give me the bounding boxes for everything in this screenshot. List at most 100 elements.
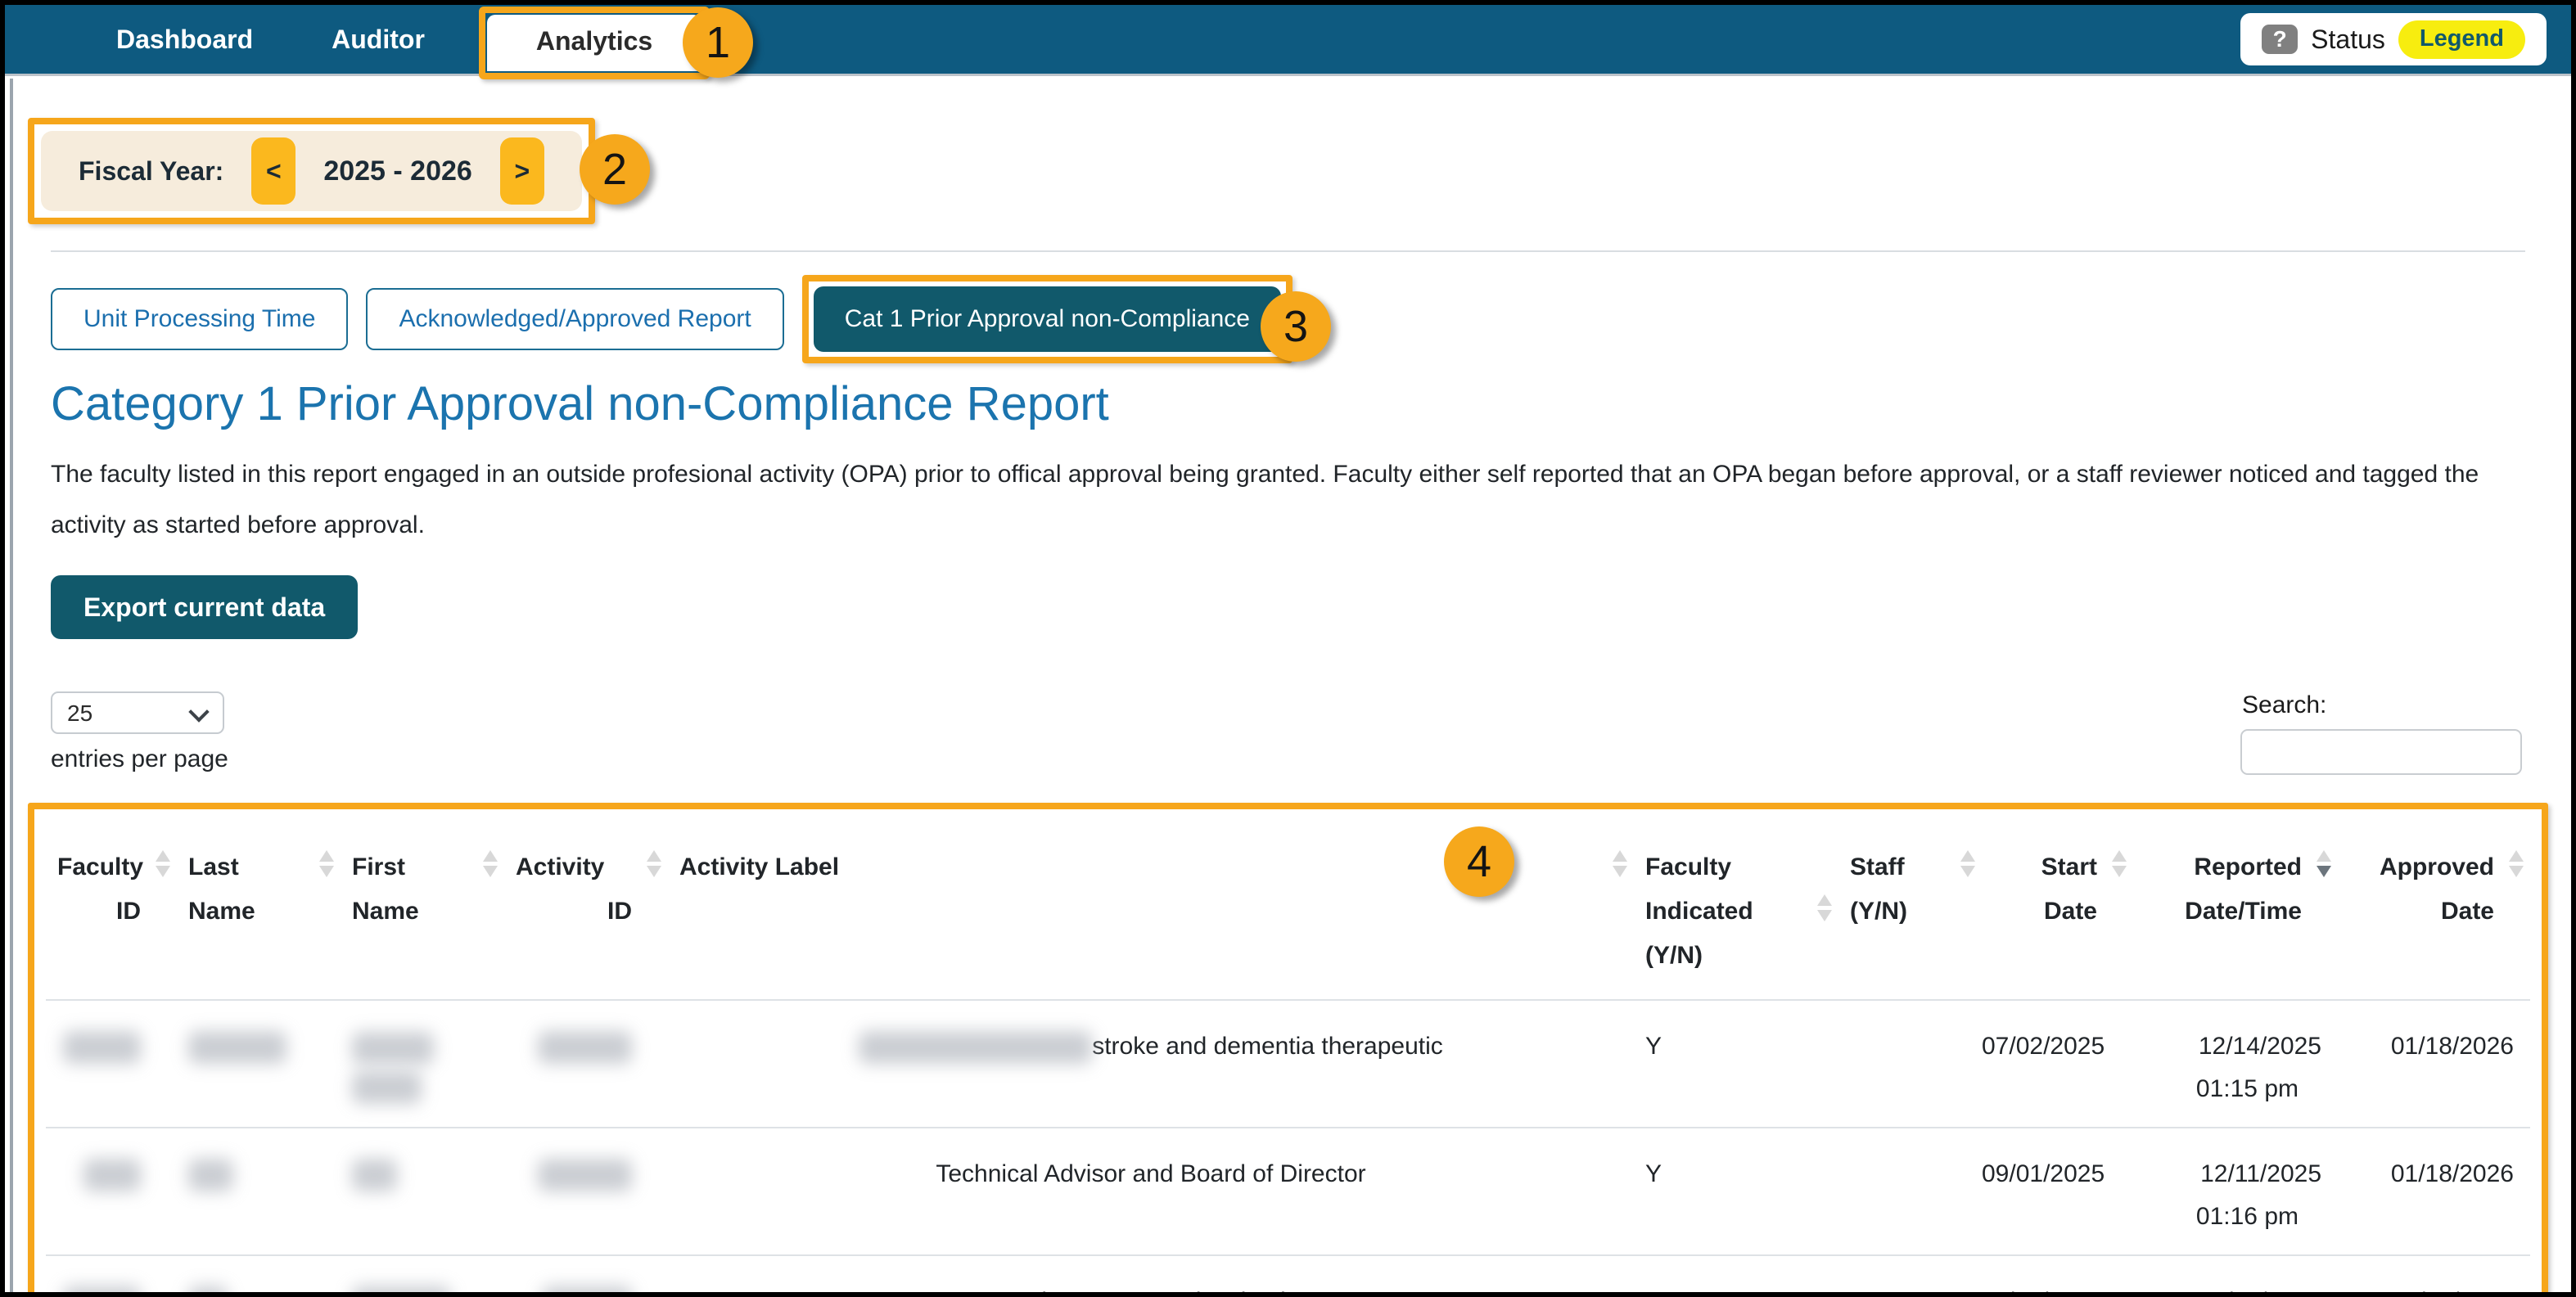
search-control: Search: <box>2240 691 2522 775</box>
cell-first-name-redacted <box>341 1000 504 1128</box>
col-header-start-date[interactable]: Start Date <box>1982 813 2133 1000</box>
table-row: Work as a research scientist Y Y 11/01/2… <box>46 1255 2530 1297</box>
cell-activity-label: Technical Advisor and Board of Director <box>668 1128 1634 1255</box>
cell-start-date: 11/01/2025 <box>1982 1255 2133 1297</box>
tab-unit-processing-time[interactable]: Unit Processing Time <box>51 288 348 350</box>
col-label: Start <box>1982 845 2133 889</box>
reported-date: 12/04/2025 <box>2133 1281 2321 1297</box>
col-header-reported-datetime[interactable]: Reported Date/Time <box>2133 813 2338 1000</box>
col-label: Last <box>177 845 341 889</box>
sort-icon[interactable] <box>1960 850 1975 877</box>
col-label: First <box>341 845 504 889</box>
cell-activity-id-redacted <box>504 1000 668 1128</box>
reported-time: 01:16 pm <box>2133 1196 2299 1238</box>
col-label: (Y/N) <box>1634 934 1838 978</box>
nav-item-analytics[interactable]: Analytics <box>487 15 702 71</box>
fiscal-year-label: Fiscal Year: <box>79 156 223 187</box>
cell-start-date: 07/02/2025 <box>1982 1000 2133 1128</box>
tab-acknowledged-approved-report[interactable]: Acknowledged/Approved Report <box>366 288 783 350</box>
table-row: stroke and dementia therapeutic Y 07/02/… <box>46 1000 2530 1128</box>
fiscal-year-next-button[interactable]: > <box>500 137 544 205</box>
tab-cat1-prior-approval[interactable]: Cat 1 Prior Approval non-Compliance <box>814 286 1281 352</box>
entries-per-page-label: entries per page <box>51 745 228 773</box>
fiscal-year-prev-button[interactable]: < <box>251 137 295 205</box>
sort-icon[interactable] <box>2509 850 2524 877</box>
cell-faculty-indicated: Y <box>1634 1255 1838 1297</box>
col-label: Indicated <box>1634 889 1838 934</box>
col-header-approved-date[interactable]: Approved Date <box>2338 813 2530 1000</box>
cell-reported-datetime: 12/14/2025 01:15 pm <box>2133 1000 2338 1128</box>
cell-staff: Y <box>1838 1255 1982 1297</box>
cell-last-name-redacted <box>177 1255 341 1297</box>
col-label: Date <box>2338 889 2530 934</box>
cell-approved-date: 01/18/2026 <box>2338 1000 2530 1128</box>
section-divider <box>51 250 2525 252</box>
col-label: ID <box>504 889 668 934</box>
legend-badge[interactable]: Legend <box>2398 20 2525 59</box>
table-row: Technical Advisor and Board of Director … <box>46 1128 2530 1255</box>
top-navbar: Dashboard Auditor Analytics ? Status Leg… <box>5 5 2571 74</box>
cell-last-name-redacted <box>177 1128 341 1255</box>
col-label: Date/Time <box>2133 889 2338 934</box>
cell-activity-id-redacted <box>504 1128 668 1255</box>
list-controls: 25 entries per page Search: <box>51 691 2525 775</box>
cell-faculty-id-redacted <box>46 1000 177 1128</box>
cell-faculty-id-redacted <box>46 1128 177 1255</box>
annotation-box-fiscal-year: Fiscal Year: < 2025 - 2026 > <box>28 118 595 224</box>
col-header-faculty-indicated[interactable]: Faculty Indicated (Y/N) <box>1634 813 1838 1000</box>
nav-item-dashboard[interactable]: Dashboard <box>116 5 253 74</box>
cell-staff <box>1838 1128 1982 1255</box>
cell-first-name-redacted <box>341 1128 504 1255</box>
annotation-circle-2: 2 <box>580 134 650 205</box>
cell-faculty-id-redacted <box>46 1255 177 1297</box>
sort-icon[interactable] <box>319 850 334 877</box>
col-label: Reported <box>2133 845 2338 889</box>
cell-activity-label: Work as a research scientist <box>668 1255 1634 1297</box>
nav-item-auditor[interactable]: Auditor <box>332 5 425 74</box>
status-label: Status <box>2311 25 2385 55</box>
sort-icon[interactable] <box>647 850 661 877</box>
app-window: Dashboard Auditor Analytics ? Status Leg… <box>0 0 2576 1297</box>
sort-icon-active-desc[interactable] <box>2317 850 2331 877</box>
status-legend-button[interactable]: ? Status Legend <box>2240 13 2547 65</box>
annotation-circle-4: 4 <box>1444 826 1514 897</box>
col-header-faculty-id[interactable]: Faculty ID <box>46 813 177 1000</box>
col-label: Activity <box>504 845 668 889</box>
noncompliance-table: Faculty ID Last Name First Name <box>46 813 2530 1297</box>
cell-first-name-redacted <box>341 1255 504 1297</box>
search-input[interactable] <box>2240 729 2522 775</box>
sort-icon[interactable] <box>156 850 170 877</box>
export-current-data-button[interactable]: Export current data <box>51 575 358 639</box>
sort-icon[interactable] <box>1613 850 1627 877</box>
col-label: Date <box>1982 889 2133 934</box>
annotation-circle-1: 1 <box>683 7 753 78</box>
page-title: Category 1 Prior Approval non-Compliance… <box>51 376 2525 431</box>
reported-date: 12/14/2025 <box>2133 1025 2321 1068</box>
cell-staff <box>1838 1000 1982 1128</box>
col-header-staff[interactable]: Staff (Y/N) <box>1838 813 1982 1000</box>
window-edge-line <box>10 79 13 1292</box>
reported-date: 12/11/2025 <box>2133 1153 2321 1196</box>
col-header-activity-id[interactable]: Activity ID <box>504 813 668 1000</box>
page-size-control: 25 entries per page <box>51 691 228 775</box>
col-header-last-name[interactable]: Last Name <box>177 813 341 1000</box>
fiscal-year-selector: Fiscal Year: < 2025 - 2026 > <box>41 131 582 211</box>
col-label: ID <box>46 889 177 934</box>
activity-label-text: stroke and dementia therapeutic <box>1092 1033 1443 1060</box>
entries-per-page-select[interactable]: 25 <box>51 691 224 734</box>
annotation-circle-3: 3 <box>1261 291 1331 362</box>
cell-activity-label: stroke and dementia therapeutic <box>668 1000 1634 1128</box>
col-label: Approved <box>2338 845 2530 889</box>
report-description: The faculty listed in this report engage… <box>51 449 2515 551</box>
search-label: Search: <box>2242 691 2326 719</box>
table-header-row: Faculty ID Last Name First Name <box>46 813 2530 1000</box>
sort-icon[interactable] <box>483 850 498 877</box>
sort-icon[interactable] <box>2112 850 2127 877</box>
activity-label-text: Work as a research scientist <box>997 1288 1305 1297</box>
sort-icon[interactable] <box>1817 894 1832 921</box>
cell-last-name-redacted <box>177 1000 341 1128</box>
annotation-box-cat1-tab: Cat 1 Prior Approval non-Compliance <box>802 275 1293 363</box>
cell-faculty-indicated: Y <box>1634 1128 1838 1255</box>
col-header-first-name[interactable]: First Name <box>341 813 504 1000</box>
cell-start-date: 09/01/2025 <box>1982 1128 2133 1255</box>
